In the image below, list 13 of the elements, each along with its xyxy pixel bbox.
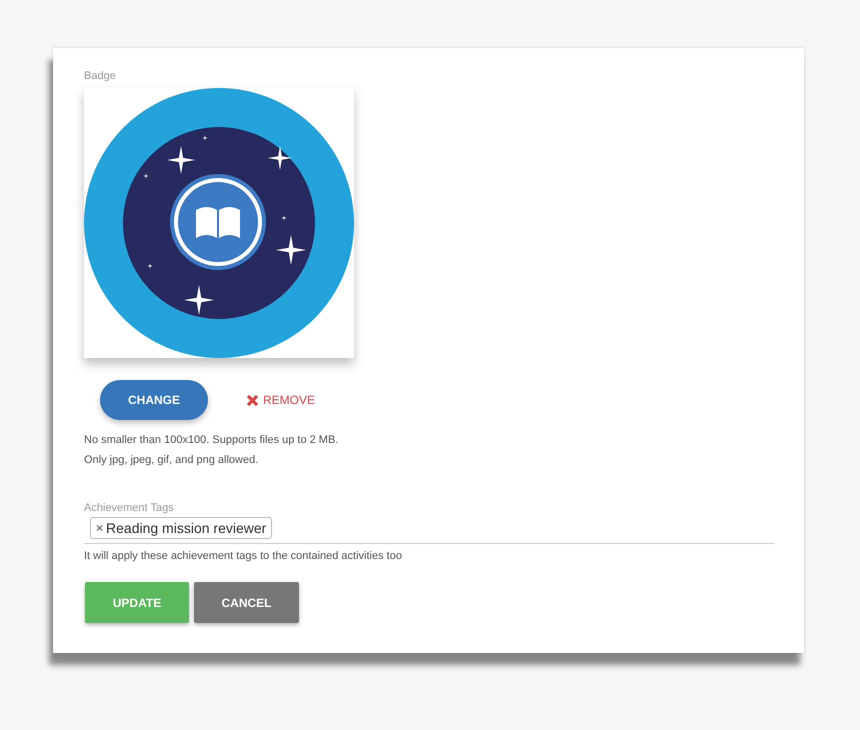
change-button[interactable]: CHANGE — [100, 380, 208, 420]
helper-text: It will apply these achievement tags to the contained activities too — [84, 550, 403, 562]
badge-label: Badge — [84, 70, 117, 82]
hint-text: No smaller than 100x100. Supports files up to 2 MB. — [84, 434, 340, 446]
update-button[interactable]: UPDATE — [85, 582, 189, 623]
remove-button[interactable]: REMOVE — [244, 391, 318, 409]
cancel-button[interactable]: CANCEL — [194, 582, 299, 623]
tags-label: Achievement Tags — [84, 502, 175, 514]
hint-text: Only jpg, jpeg, gif, and png allowed. — [84, 454, 260, 466]
tags-field[interactable]: × Reading mission reviewer — [84, 516, 774, 544]
tag-remove-button[interactable]: × — [96, 521, 104, 535]
tag-text: Reading mission reviewer — [106, 520, 266, 536]
close-icon — [246, 394, 259, 406]
